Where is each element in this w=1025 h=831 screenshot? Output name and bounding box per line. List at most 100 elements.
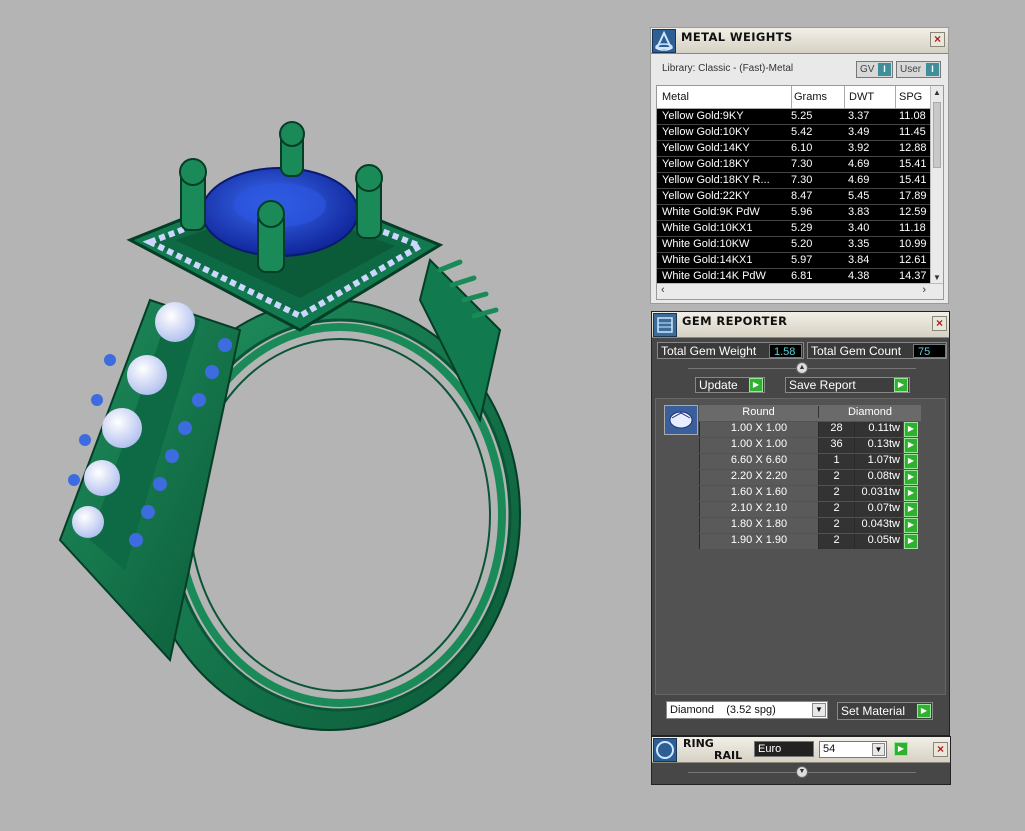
gem-reporter-title: GEM REPORTER: [682, 314, 788, 328]
gem-row-play-icon[interactable]: ▶: [904, 502, 918, 517]
ring-rail-title-line1: RING: [683, 737, 714, 750]
metal-table-row[interactable]: Yellow Gold:10KY 5.42 3.49 11.45: [657, 125, 931, 141]
total-gem-count-label: Total Gem Count: [811, 344, 902, 358]
ring-rail-panel: RING RAIL Euro 54 ▼ ▶ × ▼: [651, 736, 951, 785]
gem-weight-cell: 0.05tw: [854, 534, 903, 549]
gem-row-play-icon[interactable]: ▶: [904, 438, 918, 453]
col-dwt[interactable]: DWT: [844, 86, 874, 109]
ring-standard-field[interactable]: Euro: [754, 741, 814, 757]
ring-rail-title-line2: RAIL: [714, 749, 743, 762]
metal-weights-close-icon[interactable]: ×: [930, 32, 945, 47]
scroll-up-icon[interactable]: ▲: [933, 88, 941, 97]
gv-toggle-indicator-icon: I: [878, 63, 891, 76]
gem-table-row[interactable]: 2.10 X 2.10 2 0.07tw ▶: [699, 501, 921, 517]
gem-table-row[interactable]: 1.00 X 1.00 28 0.11tw ▶: [699, 421, 921, 437]
metal-name-cell: Yellow Gold:22KY: [662, 190, 750, 202]
gem-size-cell: 1.00 X 1.00: [699, 438, 818, 453]
spg-cell: 11.18: [899, 222, 926, 234]
spg-cell: 11.45: [899, 126, 926, 138]
metal-table-header: Metal Grams DWT SPG: [657, 86, 931, 109]
dwt-cell: 3.35: [848, 238, 870, 250]
metal-name-cell: White Gold:9K PdW: [662, 206, 760, 218]
gem-row-play-icon[interactable]: ▶: [904, 486, 918, 501]
ring-size-value: 54: [823, 743, 836, 755]
chevron-down-icon[interactable]: ▼: [812, 703, 826, 717]
ring-rail-titlebar[interactable]: RING RAIL Euro 54 ▼ ▶ ×: [652, 737, 950, 763]
metal-table-body: Yellow Gold:9KY 5.25 3.37 11.08 Yellow Gold:…: [657, 109, 931, 285]
gem-row-play-icon[interactable]: ▶: [904, 518, 918, 533]
metal-table-row[interactable]: Yellow Gold:9KY 5.25 3.37 11.08: [657, 109, 931, 125]
scroll-left-icon[interactable]: ‹: [661, 284, 665, 296]
ring-rail-apply-play-icon[interactable]: ▶: [894, 742, 908, 756]
scroll-thumb[interactable]: [933, 102, 941, 168]
collapse-handle-icon[interactable]: ▲: [796, 362, 808, 374]
gem-size-cell: 1.00 X 1.00: [699, 422, 818, 437]
ring-size-select[interactable]: 54 ▼: [819, 741, 887, 758]
spg-cell: 17.89: [899, 190, 927, 202]
ring-rail-close-icon[interactable]: ×: [933, 742, 948, 757]
save-report-play-icon: ▶: [894, 378, 908, 392]
metal-table-row[interactable]: White Gold:10KW 5.20 3.35 10.99: [657, 237, 931, 253]
dwt-cell: 3.40: [848, 222, 870, 234]
grams-cell: 5.97: [791, 254, 813, 266]
metal-table-row[interactable]: Yellow Gold:22KY 8.47 5.45 17.89: [657, 189, 931, 205]
col-grams[interactable]: Grams: [791, 86, 827, 109]
save-report-button-label: Save Report: [789, 378, 856, 392]
gem-table-row[interactable]: 2.20 X 2.20 2 0.08tw ▶: [699, 469, 921, 485]
metal-table-row[interactable]: Yellow Gold:14KY 6.10 3.92 12.88: [657, 141, 931, 157]
total-gem-weight-value: 1.58: [769, 344, 802, 358]
metal-table-row[interactable]: Yellow Gold:18KY R... 7.30 4.69 15.41: [657, 173, 931, 189]
metal-table-row[interactable]: Yellow Gold:18KY 7.30 4.69 15.41: [657, 157, 931, 173]
3d-viewport[interactable]: [0, 0, 645, 826]
gem-count-cell: 2: [818, 470, 854, 485]
metal-weights-titlebar[interactable]: METAL WEIGHTS ×: [651, 28, 948, 54]
gem-table[interactable]: Round Diamond 1.00 X 1.00 28 0.11tw ▶ 1.00 X…: [655, 398, 946, 695]
dwt-cell: 4.69: [848, 158, 870, 170]
update-button[interactable]: Update ▶: [695, 377, 765, 393]
metal-name-cell: White Gold:14KX1: [662, 254, 753, 266]
size-chevron-down-icon[interactable]: ▼: [872, 743, 885, 756]
grams-cell: 7.30: [791, 158, 813, 170]
metal-table-row[interactable]: White Gold:10KX1 5.29 3.40 11.18: [657, 221, 931, 237]
gem-count-cell: 2: [818, 502, 854, 517]
gem-size-cell: 2.20 X 2.20: [699, 470, 818, 485]
grams-cell: 6.81: [791, 270, 813, 282]
metal-table-vscroll[interactable]: ▲ ▼: [930, 86, 943, 284]
metal-weights-table[interactable]: Metal Grams DWT SPG Yellow Gold:9KY 5.25 3…: [656, 85, 944, 300]
gem-table-row[interactable]: 1.00 X 1.00 36 0.13tw ▶: [699, 437, 921, 453]
ring-rail-expand-handle-icon[interactable]: ▼: [796, 766, 808, 778]
gem-row-play-icon[interactable]: ▶: [904, 454, 918, 469]
metal-table-row[interactable]: White Gold:14KX1 5.97 3.84 12.61: [657, 253, 931, 269]
scroll-right-icon[interactable]: ›: [922, 284, 926, 296]
gem-table-row[interactable]: 1.60 X 1.60 2 0.031tw ▶: [699, 485, 921, 501]
col-shape: Round: [742, 406, 775, 418]
total-gem-weight-box: Total Gem Weight 1.58: [657, 342, 804, 359]
gem-row-play-icon[interactable]: ▶: [904, 534, 918, 549]
scroll-down-icon[interactable]: ▼: [933, 273, 941, 282]
metal-table-row[interactable]: White Gold:9K PdW 5.96 3.83 12.59: [657, 205, 931, 221]
set-material-button[interactable]: Set Material ▶: [837, 702, 933, 720]
set-material-button-label: Set Material: [841, 704, 906, 718]
save-report-button[interactable]: Save Report ▶: [785, 377, 910, 393]
gem-reporter-close-icon[interactable]: ×: [932, 316, 947, 331]
metal-name-cell: White Gold:10KW: [662, 238, 750, 250]
gem-reporter-titlebar[interactable]: GEM REPORTER ×: [652, 312, 949, 338]
col-spg[interactable]: SPG: [895, 86, 922, 109]
material-select[interactable]: Diamond (3.52 spg) ▼: [666, 701, 828, 719]
grams-cell: 6.10: [791, 142, 813, 154]
gem-row-play-icon[interactable]: ▶: [904, 470, 918, 485]
gem-table-row[interactable]: 1.80 X 1.80 2 0.043tw ▶: [699, 517, 921, 533]
gem-weight-cell: 1.07tw: [854, 454, 903, 469]
col-metal[interactable]: Metal: [662, 91, 689, 103]
gv-toggle-label: GV: [860, 64, 875, 75]
round-gem-icon[interactable]: [664, 405, 698, 435]
gv-toggle[interactable]: GV I: [856, 61, 893, 78]
metal-name-cell: Yellow Gold:14KY: [662, 142, 750, 154]
dwt-cell: 3.83: [848, 206, 870, 218]
metal-table-hscroll[interactable]: ‹ ›: [657, 283, 943, 299]
gem-table-row[interactable]: 6.60 X 6.60 1 1.07tw ▶: [699, 453, 921, 469]
grams-cell: 5.20: [791, 238, 813, 250]
gem-row-play-icon[interactable]: ▶: [904, 422, 918, 437]
gem-table-row[interactable]: 1.90 X 1.90 2 0.05tw ▶: [699, 533, 921, 549]
user-toggle[interactable]: User I: [896, 61, 941, 78]
